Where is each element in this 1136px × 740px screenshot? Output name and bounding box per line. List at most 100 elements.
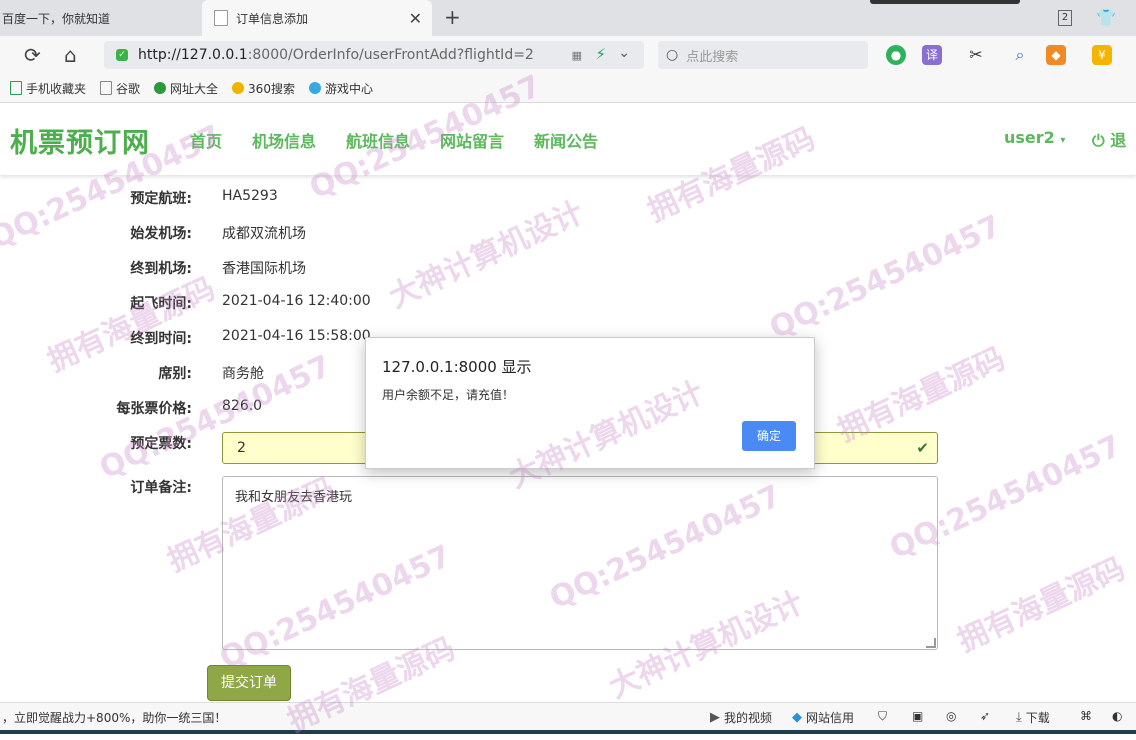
logout-link[interactable]: ⏻ 退: [1092, 127, 1126, 151]
status-label: 我的视频: [724, 711, 773, 725]
field-value: 2021-04-16 15:58:00: [222, 328, 371, 344]
bookmark-360[interactable]: 360搜索: [232, 80, 295, 97]
nav-flights[interactable]: 航班信息: [346, 128, 410, 152]
magnifier-icon[interactable]: ⌕: [1010, 45, 1030, 65]
site-brand[interactable]: 机票预订网: [10, 121, 150, 160]
field-label: 席别:: [158, 366, 192, 382]
page-icon: [100, 81, 113, 95]
url-text[interactable]: http://127.0.0.1:8000/OrderInfo/userFron…: [138, 47, 534, 63]
search-placeholder: 点此搜索: [686, 49, 739, 65]
logout-label: 退: [1110, 131, 1127, 150]
image-icon[interactable]: ▣: [912, 709, 923, 723]
search-icon: ○: [666, 47, 679, 63]
home-icon[interactable]: ⌂: [64, 43, 77, 67]
nav-messages[interactable]: 网站留言: [440, 128, 504, 152]
dialog-ok-button[interactable]: 确定: [742, 421, 796, 451]
status-label: 下载: [1025, 711, 1050, 725]
shield-icon: ✓: [116, 49, 128, 61]
field-value: 商务舱: [222, 366, 264, 382]
form-row-departure: 起飞时间: 2021-04-16 12:40:00: [0, 293, 1136, 313]
field-value: 826.0: [222, 398, 263, 414]
status-label: 网站信用: [806, 711, 855, 725]
alert-dialog: 127.0.0.1:8000 显示 用户余额不足，请充值！ 确定: [365, 337, 815, 469]
phone-icon: [10, 81, 22, 95]
bookmarks-bar: 手机收藏夹 谷歌 网址大全 360搜索 游戏中心: [0, 74, 1136, 103]
browser-tab-strip: 百度一下，你就知道 订单信息添加 ✕ + 2 👕: [0, 0, 1136, 36]
reload-icon[interactable]: ⟳: [24, 43, 41, 67]
money-icon[interactable]: ¥: [1092, 45, 1112, 65]
tab-title: 订单信息添加: [236, 11, 309, 26]
rocket-icon[interactable]: ➶: [980, 709, 990, 723]
bookmark-hao[interactable]: 网址大全: [154, 80, 218, 97]
web-credit-button[interactable]: ◆ 网站信用: [792, 709, 854, 726]
site-navbar: 机票预订网 首页 机场信息 航班信息 网站留言 新闻公告 user2 ▾ ⏻ 退: [0, 103, 1136, 175]
field-value: HA5293: [222, 188, 278, 204]
address-bar[interactable]: ✓ http://127.0.0.1:8000/OrderInfo/userFr…: [104, 41, 644, 69]
tab-title: 百度一下，你就知道: [2, 11, 111, 26]
order-note-textarea[interactable]: 我和女朋友去香港玩: [222, 476, 938, 650]
bookmark-google[interactable]: 谷歌: [100, 80, 140, 97]
translate-icon[interactable]: 译: [922, 45, 942, 65]
field-label: 始发机场:: [130, 226, 192, 242]
close-tab-icon[interactable]: ✕: [409, 9, 422, 28]
download-button[interactable]: ⤓ 下载: [1016, 709, 1050, 726]
field-label: 终到时间:: [130, 331, 192, 347]
new-tab-icon[interactable]: +: [444, 5, 461, 29]
field-label: 预定航班:: [130, 191, 192, 207]
settings-icon[interactable]: ◐: [1112, 709, 1122, 723]
tab-order-add[interactable]: 订单信息添加 ✕: [202, 0, 432, 36]
tab-baidu[interactable]: 百度一下，你就知道: [0, 0, 202, 36]
form-row-origin: 始发机场: 成都双流机场: [0, 223, 1136, 243]
bookmark-label: 360搜索: [248, 81, 295, 96]
tab-count-badge[interactable]: 2: [1058, 10, 1072, 26]
field-label: 起飞时间:: [130, 296, 192, 312]
power-icon: ⏻: [1092, 131, 1105, 150]
nav-airports[interactable]: 机场信息: [252, 128, 316, 152]
wechat-icon[interactable]: ●: [886, 45, 906, 65]
scissors-icon[interactable]: ✂: [966, 45, 986, 65]
browser-toolbar: ⟳ ⌂ ✓ http://127.0.0.1:8000/OrderInfo/us…: [0, 36, 1136, 74]
bookmark-label: 谷歌: [116, 81, 141, 96]
refresh-status-icon[interactable]: ◎: [946, 709, 956, 723]
nav-news[interactable]: 新闻公告: [534, 128, 598, 152]
check-icon: ✔: [916, 439, 929, 457]
nav-home[interactable]: 首页: [190, 128, 222, 152]
bolt-icon[interactable]: ⚡: [595, 45, 606, 63]
hao-icon: [154, 82, 167, 94]
dialog-title: 127.0.0.1:8000 显示: [382, 358, 532, 376]
field-label: 订单备注:: [130, 480, 192, 496]
bookmark-games[interactable]: 游戏中心: [308, 80, 373, 97]
my-video-button[interactable]: ▶ 我的视频: [710, 709, 772, 726]
shield-status-icon[interactable]: ⛉: [878, 709, 887, 724]
chevron-down-icon[interactable]: ⌄: [618, 45, 630, 61]
field-label: 终到机场:: [130, 261, 192, 277]
bookmark-label: 游戏中心: [324, 81, 373, 96]
caret-down-icon: ▾: [1060, 135, 1066, 146]
user-name: user2: [1004, 128, 1055, 147]
game-center-icon: [308, 82, 321, 94]
user-menu[interactable]: user2 ▾: [1004, 128, 1065, 147]
download-icon: ⤓: [1016, 710, 1022, 725]
watermark: 拥有海量源码: [952, 551, 1131, 660]
page-icon: [214, 10, 228, 26]
browser-status-bar: ，立即觉醒战力+800%，助你一统三国！ ▶ 我的视频 ◆ 网站信用 ⛉ ▣ ◎…: [0, 702, 1136, 731]
gamepad-icon[interactable]: ◆: [1046, 45, 1066, 65]
search-box[interactable]: ○ 点此搜索: [658, 41, 868, 69]
bookmark-mobile[interactable]: 手机收藏夹: [10, 80, 86, 97]
dialog-message: 用户余额不足，请充值！: [382, 388, 515, 402]
skin-icon[interactable]: 👕: [1096, 8, 1116, 27]
quantity-value: 2: [237, 440, 246, 456]
drop-icon: ◆: [792, 710, 802, 725]
grid-icon[interactable]: ▦: [572, 49, 582, 62]
note-value: 我和女朋友去香港玩: [235, 490, 353, 505]
field-label: 每张票价格:: [116, 401, 192, 417]
form-row-flight: 预定航班: HA5293: [0, 188, 1136, 208]
field-label: 预定票数:: [130, 436, 192, 452]
resize-handle-icon[interactable]: [926, 638, 936, 648]
field-value: 香港国际机场: [222, 261, 306, 277]
bookmark-label: 手机收藏夹: [26, 81, 87, 96]
field-value: 成都双流机场: [222, 226, 306, 242]
ad-text[interactable]: ，立即觉醒战力+800%，助你一统三国！: [2, 709, 226, 726]
network-icon[interactable]: ⌘: [1080, 709, 1092, 723]
submit-order-button[interactable]: 提交订单: [207, 665, 291, 701]
